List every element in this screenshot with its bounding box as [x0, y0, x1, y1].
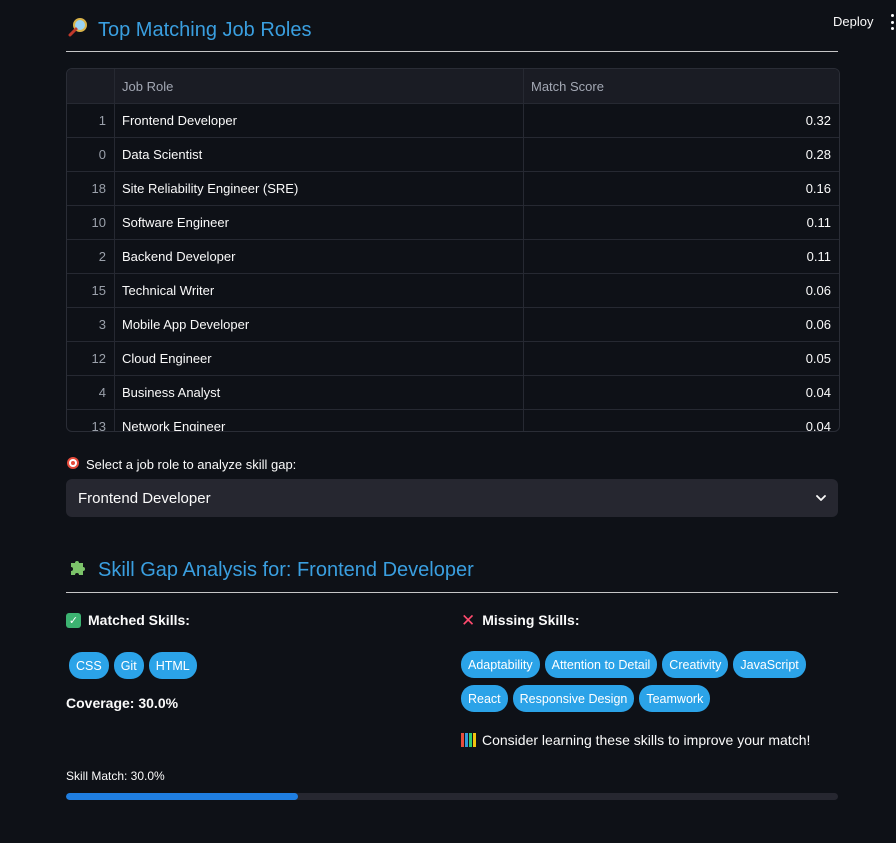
select-label-text: Select a job role to analyze skill gap: [86, 457, 297, 472]
match-score-cell[interactable]: 0.11 [524, 206, 839, 239]
skill-gap-heading: Skill Gap Analysis for: Frontend Develop… [66, 557, 474, 583]
row-index: 2 [67, 240, 115, 273]
skill-tag[interactable]: Git [113, 652, 144, 679]
table-row[interactable]: 2 Backend Developer 0.11 [67, 240, 839, 274]
job-role-cell[interactable]: Backend Developer [115, 240, 524, 273]
skill-tag[interactable]: CSS [69, 652, 109, 679]
row-index: 4 [67, 376, 115, 409]
row-index: 3 [67, 308, 115, 341]
match-score-cell[interactable]: 0.05 [524, 342, 839, 375]
missing-skills-column: ✕ Missing Skills: Adaptability Attention … [461, 610, 841, 748]
chevron-down-icon [816, 495, 826, 501]
table-row[interactable]: 1 Frontend Developer 0.32 [67, 104, 839, 138]
match-score-cell[interactable]: 0.28 [524, 138, 839, 171]
match-score-column-header[interactable]: Match Score [524, 69, 839, 103]
job-role-cell[interactable]: Site Reliability Engineer (SRE) [115, 172, 524, 205]
skill-match-progress-fill [66, 793, 298, 800]
skill-gap-title: Skill Gap Analysis for: Frontend Develop… [98, 558, 474, 581]
advice-label: Consider learning these skills to improv… [482, 732, 811, 748]
skill-tag[interactable]: HTML [148, 652, 197, 679]
skill-match-label: Skill Match: 30.0% [66, 769, 165, 783]
table-header-row: Job Role Match Score [67, 69, 839, 104]
top-roles-heading: Top Matching Job Roles [66, 17, 311, 43]
match-score-cell[interactable]: 0.06 [524, 274, 839, 307]
skill-tag[interactable]: Creativity [662, 651, 729, 678]
job-role-cell[interactable]: Cloud Engineer [115, 342, 524, 375]
job-role-column-header[interactable]: Job Role [115, 69, 524, 103]
job-role-cell[interactable]: Network Engineer [115, 410, 524, 431]
coverage-text: Coverage: 30.0% [66, 695, 179, 711]
table-row[interactable]: 18 Site Reliability Engineer (SRE) 0.16 [67, 172, 839, 206]
match-score-cell[interactable]: 0.04 [524, 410, 839, 431]
job-role-select[interactable]: Frontend Developer [66, 479, 838, 517]
table-row[interactable]: 13 Network Engineer 0.04 [67, 410, 839, 431]
matched-skills-column: ✓ Matched Skills: CSS Git HTML Coverage: 3… [66, 610, 446, 711]
job-roles-table: Job Role Match Score 1 Frontend Developer… [66, 68, 840, 432]
table-row[interactable]: 3 Mobile App Developer 0.06 [67, 308, 839, 342]
match-score-cell[interactable]: 0.32 [524, 104, 839, 137]
index-column-header[interactable] [67, 69, 115, 103]
row-index: 15 [67, 274, 115, 307]
row-index: 0 [67, 138, 115, 171]
section-divider [66, 592, 838, 593]
skill-tag[interactable]: Adaptability [461, 651, 540, 678]
match-score-cell[interactable]: 0.16 [524, 172, 839, 205]
books-icon [461, 733, 476, 747]
skill-tag[interactable]: Attention to Detail [544, 651, 658, 678]
match-score-cell[interactable]: 0.04 [524, 376, 839, 409]
table-row[interactable]: 0 Data Scientist 0.28 [67, 138, 839, 172]
job-role-cell[interactable]: Business Analyst [115, 376, 524, 409]
row-index: 1 [67, 104, 115, 137]
table-row[interactable]: 12 Cloud Engineer 0.05 [67, 342, 839, 376]
skill-tag[interactable]: Teamwork [639, 685, 711, 712]
select-label: Select a job role to analyze skill gap: [66, 456, 296, 473]
job-role-cell[interactable]: Mobile App Developer [115, 308, 524, 341]
skill-tag[interactable]: Responsive Design [512, 685, 635, 712]
skill-tag[interactable]: JavaScript [733, 651, 806, 678]
row-index: 18 [67, 172, 115, 205]
match-score-cell[interactable]: 0.11 [524, 240, 839, 273]
row-index: 10 [67, 206, 115, 239]
check-icon: ✓ [66, 612, 81, 628]
puzzle-icon [66, 557, 90, 583]
match-score-cell[interactable]: 0.06 [524, 308, 839, 341]
table-row[interactable]: 15 Technical Writer 0.06 [67, 274, 839, 308]
job-role-cell[interactable]: Technical Writer [115, 274, 524, 307]
missing-skills-label: Missing Skills: [482, 612, 580, 628]
row-index: 12 [67, 342, 115, 375]
matched-skills-heading: ✓ Matched Skills: [66, 610, 446, 630]
job-role-cell[interactable]: Data Scientist [115, 138, 524, 171]
matched-skills-label: Matched Skills: [88, 612, 190, 628]
cross-icon: ✕ [461, 610, 476, 630]
advice-text: Consider learning these skills to improv… [461, 732, 841, 748]
table-row[interactable]: 4 Business Analyst 0.04 [67, 376, 839, 410]
main-menu-icon[interactable] [890, 14, 894, 30]
section-divider [66, 51, 838, 52]
table-row[interactable]: 10 Software Engineer 0.11 [67, 206, 839, 240]
row-index: 13 [67, 410, 115, 431]
matched-skills-list: CSS Git HTML [69, 652, 446, 679]
missing-skills-list: Adaptability Attention to Detail Creativit… [461, 651, 836, 712]
job-role-cell[interactable]: Software Engineer [115, 206, 524, 239]
select-value: Frontend Developer [78, 489, 211, 507]
top-roles-title: Top Matching Job Roles [98, 18, 312, 41]
deploy-button[interactable]: Deploy [833, 14, 873, 29]
job-role-cell[interactable]: Frontend Developer [115, 104, 524, 137]
target-icon [66, 456, 80, 473]
skill-match-progress-bar [66, 793, 838, 800]
app-page: Deploy Top Matching Job Roles Job Role M… [0, 0, 896, 843]
magnifier-icon [66, 17, 90, 43]
missing-skills-heading: ✕ Missing Skills: [461, 610, 841, 630]
skill-tag[interactable]: React [461, 685, 508, 712]
